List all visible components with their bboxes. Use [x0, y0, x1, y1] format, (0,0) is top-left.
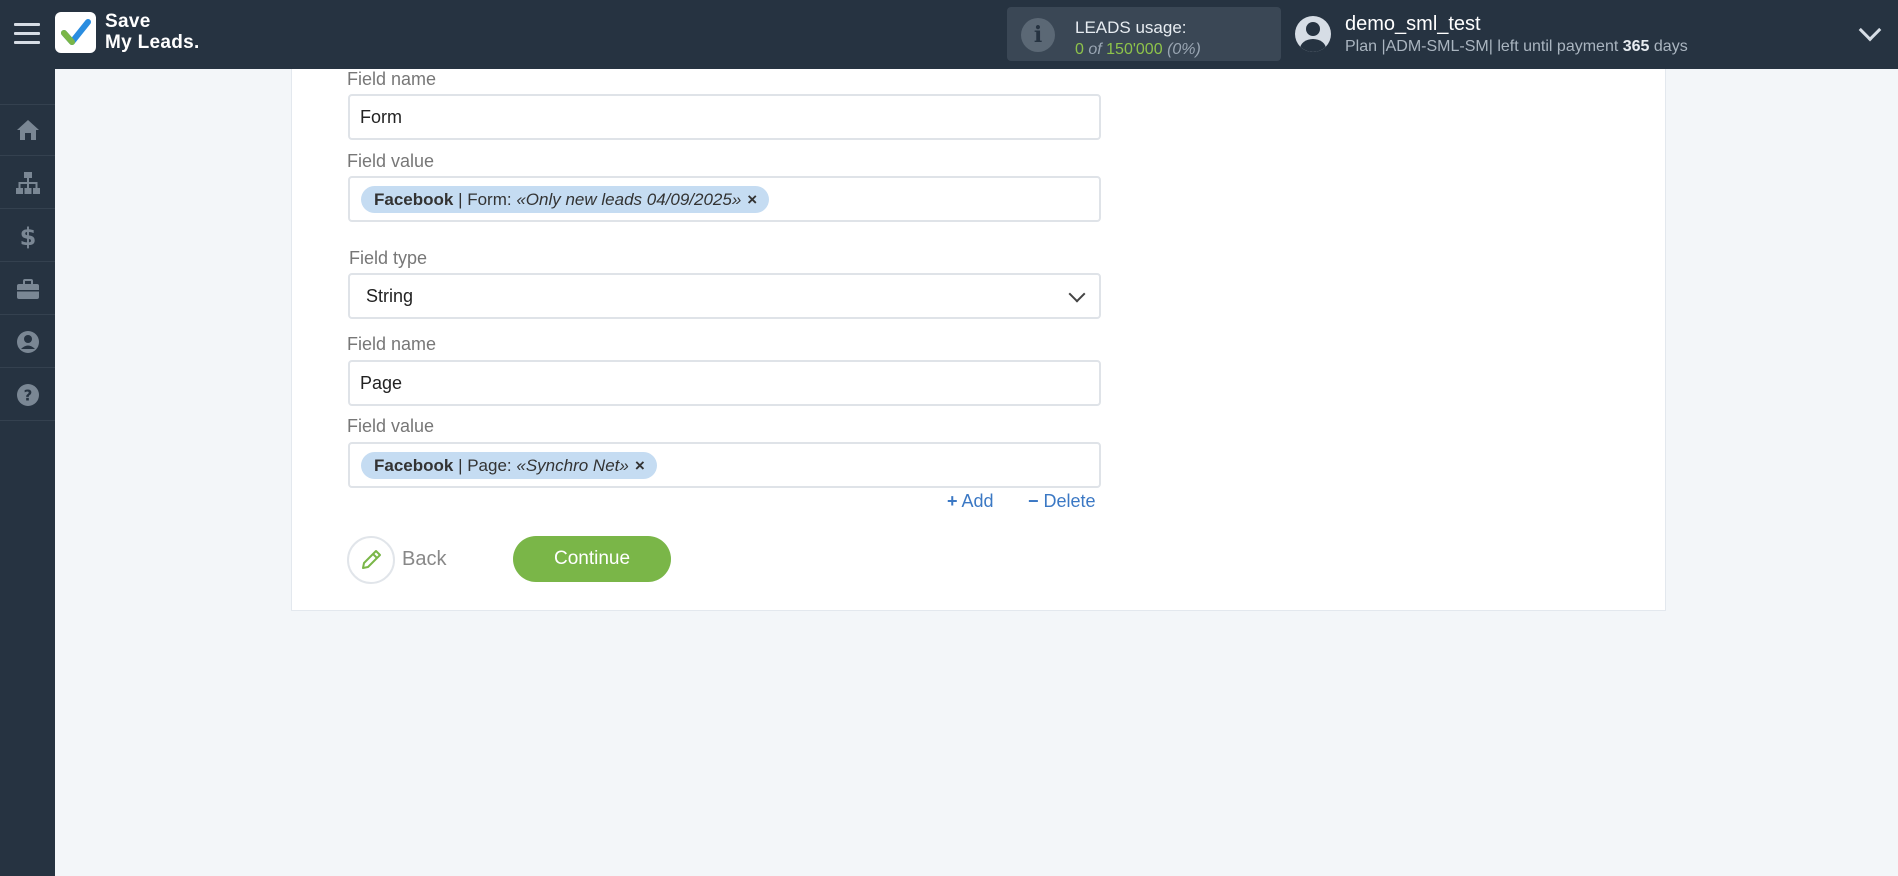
back-button[interactable]: [347, 536, 395, 584]
field2-value-label: Field value: [347, 416, 435, 436]
logo-icon[interactable]: [55, 12, 96, 53]
select-value: String: [366, 286, 414, 306]
field1-value-label: Field value: [347, 151, 435, 171]
usage-used: 0: [1075, 41, 1084, 58]
field2-name-label: Field name: [347, 334, 437, 354]
add-button[interactable]: + Add: [947, 491, 994, 512]
tag-value: «Only new leads 04/09/2025»: [516, 190, 742, 209]
delete-button[interactable]: − Delete: [1028, 491, 1096, 512]
dollar-icon: $: [19, 223, 36, 250]
briefcase-icon: [16, 278, 39, 299]
sidebar: $ ?: [0, 69, 55, 876]
sidebar-item-help[interactable]: ?: [0, 369, 55, 421]
field2-name-input[interactable]: Page: [348, 360, 1101, 406]
logo-line-1: Save: [105, 11, 151, 32]
plan-info: Plan |ADM-SML-SM| left until payment 365…: [1345, 38, 1688, 56]
usage-percent: (0%): [1167, 41, 1201, 58]
usage-of: of: [1088, 41, 1102, 58]
plan-suffix: days: [1653, 38, 1688, 55]
field-value-tag[interactable]: Facebook | Page: «Synchro Net» ×: [361, 452, 657, 479]
sidebar-item-billing[interactable]: $: [0, 210, 55, 262]
field-value-tag[interactable]: Facebook | Form: «Only new leads 04/09/2…: [361, 186, 770, 213]
field2-type-label: Field type: [349, 248, 428, 268]
logo-text[interactable]: Save My Leads.: [105, 11, 200, 53]
plan-days: 365: [1622, 38, 1650, 55]
sidebar-item-home[interactable]: [0, 104, 55, 156]
usage-label: LEADS usage:: [1075, 18, 1187, 37]
user-name[interactable]: demo_sml_test: [1345, 13, 1481, 36]
pencil-icon: [362, 550, 381, 569]
info-icon: i: [1021, 18, 1055, 52]
delete-label: Delete: [1043, 491, 1096, 511]
close-icon[interactable]: ×: [635, 456, 645, 475]
tag-source: Facebook: [374, 190, 454, 209]
menu-icon[interactable]: [14, 23, 40, 45]
svg-text:$: $: [19, 223, 36, 250]
chevron-down-icon[interactable]: [1858, 18, 1882, 42]
usage-total: 150'000: [1106, 41, 1163, 58]
plan-prefix: Plan |ADM-SML-SM| left until payment: [1345, 38, 1619, 55]
chevron-down-icon: [1068, 285, 1086, 303]
user-circle-icon: [16, 330, 39, 353]
tag-source: Facebook: [374, 456, 454, 475]
leads-usage-panel: i LEADS usage: 0 of 150'000 (0%): [1007, 7, 1281, 61]
field2-type-select[interactable]: String: [348, 273, 1101, 319]
back-label[interactable]: Back: [402, 548, 446, 571]
field1-name-input[interactable]: Form: [348, 94, 1101, 140]
continue-button[interactable]: Continue: [513, 536, 671, 582]
avatar[interactable]: [1295, 16, 1331, 52]
sidebar-item-account[interactable]: [0, 316, 55, 368]
top-bar: Save My Leads. i LEADS usage: 0 of 150'0…: [0, 0, 1898, 69]
plus-icon: +: [947, 491, 958, 511]
tag-separator: | Page:: [453, 456, 517, 475]
minus-icon: −: [1028, 491, 1039, 511]
sidebar-item-tools[interactable]: [0, 263, 55, 315]
add-label: Add: [961, 491, 994, 511]
tag-value: «Synchro Net»: [516, 456, 629, 475]
sidebar-item-connections[interactable]: [0, 157, 55, 209]
help-icon: ?: [16, 383, 39, 406]
svg-text:?: ?: [23, 386, 32, 404]
tag-separator: | Form:: [453, 190, 517, 209]
usage-value: 0 of 150'000 (0%): [1075, 41, 1201, 59]
field1-value-input[interactable]: Facebook | Form: «Only new leads 04/09/2…: [348, 176, 1101, 222]
close-icon[interactable]: ×: [747, 190, 757, 209]
field1-name-label: Field name: [347, 69, 437, 89]
form-card: [291, 69, 1666, 611]
logo-line-2: My Leads.: [105, 32, 200, 53]
field2-value-input[interactable]: Facebook | Page: «Synchro Net» ×: [348, 442, 1101, 488]
sitemap-icon: [15, 171, 40, 194]
home-icon: [16, 120, 39, 140]
